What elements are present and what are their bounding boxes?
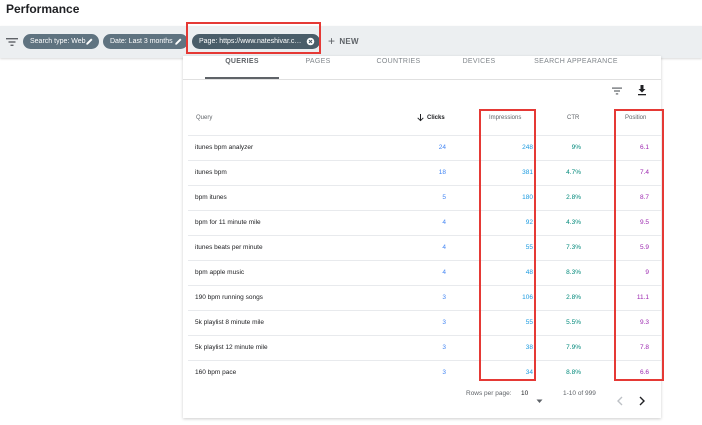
sort-down-arrow-icon[interactable] <box>417 114 424 122</box>
table-row[interactable]: 160 bpm pace 3 34 8.8% 6.6 <box>188 360 661 385</box>
query-cell: bpm apple music <box>195 269 245 276</box>
filter-chip-search-type[interactable]: Search type: Web <box>23 34 99 49</box>
clicks-cell: 24 <box>438 144 446 151</box>
rows-per-page-label: Rows per page: <box>466 390 512 397</box>
new-label: NEW <box>339 37 359 46</box>
page-title: Performance <box>6 2 80 16</box>
clicks-cell: 18 <box>438 169 446 176</box>
col-header-clicks[interactable]: Clicks <box>427 115 445 121</box>
ctr-cell: 8.8% <box>566 369 581 376</box>
new-filter-button[interactable]: + NEW <box>328 34 359 48</box>
clicks-cell: 3 <box>442 319 446 326</box>
ctr-cell: 7.9% <box>566 344 581 351</box>
filter-bar: Search type: Web Date: Last 3 months Pag… <box>0 26 702 58</box>
clicks-cell: 5 <box>442 194 446 201</box>
filter-icon[interactable] <box>5 35 19 49</box>
tab-devices[interactable]: DEVICES <box>455 58 503 65</box>
ctr-cell: 2.8% <box>566 194 581 201</box>
clicks-cell: 4 <box>442 244 446 251</box>
clicks-cell: 4 <box>442 269 446 276</box>
query-cell: bpm for 11 minute mile <box>195 219 261 226</box>
ctr-cell: 4.7% <box>566 169 581 176</box>
pencil-icon[interactable] <box>85 37 94 46</box>
dropdown-caret-icon[interactable] <box>536 399 543 404</box>
query-cell: bpm itunes <box>195 194 227 201</box>
tab-queries[interactable]: QUERIES <box>205 58 279 65</box>
tabs-divider <box>183 79 661 80</box>
clicks-cell: 4 <box>442 219 446 226</box>
chevron-right-icon[interactable] <box>638 396 646 406</box>
col-header-query[interactable]: Query <box>196 115 212 121</box>
ctr-cell: 2.8% <box>566 294 581 301</box>
ctr-cell: 9% <box>571 144 581 151</box>
ctr-cell: 5.5% <box>566 319 581 326</box>
clicks-cell: 3 <box>442 294 446 301</box>
query-cell: 5k playlist 8 minute mile <box>195 319 264 326</box>
clicks-cell: 3 <box>442 344 446 351</box>
query-cell: 160 bpm pace <box>195 369 237 376</box>
table-row[interactable]: bpm apple music 4 48 8.3% 9 <box>188 260 661 285</box>
pencil-icon[interactable] <box>174 37 183 46</box>
table-row[interactable]: 5k playlist 8 minute mile 3 55 5.5% 9.3 <box>188 310 661 335</box>
col-header-ctr[interactable]: CTR <box>567 115 579 121</box>
filter-rows-icon[interactable] <box>611 85 623 97</box>
query-cell: itunes bpm analyzer <box>195 144 254 151</box>
ctr-cell: 4.3% <box>566 219 581 226</box>
tab-countries[interactable]: COUNTRIES <box>371 58 426 65</box>
position-highlight <box>614 109 664 381</box>
table-row[interactable]: itunes bpm analyzer 24 248 9% 6.1 <box>188 135 661 160</box>
pagination-range: 1-10 of 999 <box>563 390 596 397</box>
download-icon[interactable] <box>636 84 648 96</box>
top-bar: Performance <box>0 0 702 24</box>
query-cell: 190 bpm running songs <box>195 294 263 301</box>
tab-pages[interactable]: PAGES <box>293 58 343 65</box>
query-cell: itunes bpm <box>195 169 227 176</box>
chevron-left-icon[interactable] <box>616 396 624 406</box>
impressions-highlight <box>479 109 536 381</box>
clicks-cell: 3 <box>442 369 446 376</box>
plus-icon: + <box>328 34 336 48</box>
tab-search-appearance[interactable]: SEARCH APPEARANCE <box>531 58 621 65</box>
filter-chip-date[interactable]: Date: Last 3 months <box>103 34 188 49</box>
ctr-cell: 8.3% <box>566 269 581 276</box>
table-row[interactable]: 5k playlist 12 minute mile 3 38 7.9% 7.8 <box>188 335 661 360</box>
table-row[interactable]: itunes beats per minute 4 55 7.3% 5.9 <box>188 235 661 260</box>
chip-label: Search type: Web <box>30 38 86 45</box>
table-row[interactable]: bpm itunes 5 180 2.8% 8.7 <box>188 185 661 210</box>
table-row[interactable]: itunes bpm 18 381 4.7% 7.4 <box>188 160 661 185</box>
query-cell: itunes beats per minute <box>195 244 263 251</box>
report-tabs: QUERIES PAGES COUNTRIES DEVICES SEARCH A… <box>183 56 661 80</box>
chip-label: Date: Last 3 months <box>110 38 173 45</box>
ctr-cell: 7.3% <box>566 244 581 251</box>
table-row[interactable]: bpm for 11 minute mile 4 92 4.3% 9.5 <box>188 210 661 235</box>
page-filter-highlight <box>186 22 321 54</box>
table-row[interactable]: 190 bpm running songs 3 106 2.8% 11.1 <box>188 285 661 310</box>
rows-per-page-select[interactable]: 10 <box>521 390 528 397</box>
query-cell: 5k playlist 12 minute mile <box>195 344 268 351</box>
